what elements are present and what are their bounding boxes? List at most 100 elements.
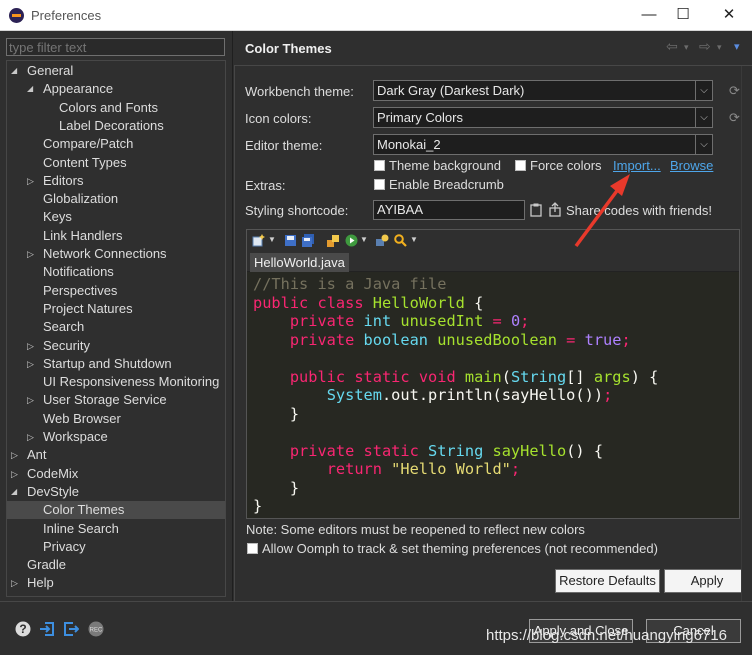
tree-item-user-storage-service[interactable]: ▷ User Storage Service [7,391,225,409]
minimize-button[interactable]: — [634,4,664,26]
filter-input[interactable] [6,38,225,56]
tree-item-ui-responsiveness-monitoring[interactable]: UI Responsiveness Monitoring [7,373,225,391]
tree-item-content-types[interactable]: Content Types [7,154,225,172]
collapsed-twistie-icon[interactable]: ▷ [27,428,37,446]
tree-item-ant[interactable]: ▷ Ant [7,446,225,464]
watermark-text: https://blog.csdn.net/huangying6716 [486,627,728,644]
chevron-down-icon[interactable]: ▼ [360,235,368,244]
collapsed-twistie-icon[interactable]: ▷ [11,446,21,464]
tree-item-label: Privacy [43,538,86,554]
help-icon[interactable]: ? [15,621,31,637]
chevron-down-icon[interactable]: ▼ [410,235,418,244]
tab-helloworld-java[interactable]: HelloWorld.java [250,253,349,272]
tree-item-link-handlers[interactable]: Link Handlers [7,227,225,245]
expanded-twistie-icon[interactable]: ◢ [27,80,37,98]
icon-colors-select[interactable]: Primary Colors ⌵ [373,107,713,128]
reopen-note: Note: Some editors must be reopened to r… [246,522,585,537]
new-file-icon[interactable] [252,234,265,247]
tree-item-colors-and-fonts[interactable]: Colors and Fonts [7,99,225,117]
tree-item-label: Globalization [43,191,119,207]
dialog-footer: ? REC Apply and Close Cancel https://blo… [0,601,752,655]
editor-theme-select[interactable]: Monokai_2 ⌵ [373,134,713,155]
tree-item-network-connections[interactable]: ▷ Network Connections [7,245,225,263]
share-icon[interactable] [548,202,562,217]
tree-item-privacy[interactable]: Privacy [7,538,225,556]
debug-icon[interactable] [376,234,389,247]
tree-item-label-decorations[interactable]: Label Decorations [7,117,225,135]
export-icon[interactable] [63,621,79,637]
window-title: Preferences [31,8,102,23]
extras-label: Extras: [245,178,286,193]
tree-item-workspace[interactable]: ▷ Workspace [7,428,225,446]
back-dropdown-icon[interactable]: ▾ [684,42,689,53]
tree-item-security[interactable]: ▷ Security [7,337,225,355]
tree-item-web-browser[interactable]: Web Browser [7,410,225,428]
enable-breadcrumb-label: Enable Breadcrumb [389,177,504,192]
restore-defaults-button[interactable]: Restore Defaults [555,569,660,593]
refresh-icon[interactable]: ⟳ [729,83,740,99]
tree-item-perspectives[interactable]: Perspectives [7,282,225,300]
chevron-down-icon: ⌵ [695,81,712,100]
tree-item-startup-and-shutdown[interactable]: ▷ Startup and Shutdown [7,355,225,373]
tree-item-general[interactable]: ◢ General [7,62,225,80]
tree-item-inline-search[interactable]: Inline Search [7,520,225,538]
tree-item-compare-patch[interactable]: Compare/Patch [7,135,225,153]
tree-item-label: Gradle [27,557,67,573]
tree-item-search[interactable]: Search [7,318,225,336]
collapsed-twistie-icon[interactable]: ▷ [11,465,21,483]
collapsed-twistie-icon[interactable]: ▷ [27,391,37,409]
browse-link[interactable]: Browse [670,158,713,173]
collapsed-twistie-icon[interactable]: ▷ [27,355,37,373]
chevron-down-icon[interactable]: ▼ [268,235,276,244]
search-icon[interactable] [394,234,407,247]
tree-item-project-natures[interactable]: Project Natures [7,300,225,318]
tree-item-keys[interactable]: Keys [7,208,225,226]
collapsed-twistie-icon[interactable]: ▷ [11,574,21,592]
apply-button[interactable]: Apply [664,569,750,593]
collapsed-twistie-icon[interactable]: ▷ [27,337,37,355]
view-menu-icon[interactable]: ▾ [734,40,740,53]
save-icon[interactable] [284,234,297,247]
back-icon[interactable]: ⇦ [666,38,678,55]
expanded-twistie-icon[interactable]: ◢ [11,483,21,501]
refresh-icon[interactable]: ⟳ [729,110,740,126]
maximize-button[interactable]: ☐ [668,4,698,26]
enable-breadcrumb-checkbox[interactable] [374,179,385,190]
tree-item-gradle[interactable]: Gradle [7,556,225,574]
tree-item-notifications[interactable]: Notifications [7,263,225,281]
tree-item-appearance[interactable]: ◢ Appearance [7,80,225,98]
collapsed-twistie-icon[interactable]: ▷ [27,245,37,263]
tree-item-codemix[interactable]: ▷ CodeMix [7,465,225,483]
run-icon[interactable] [345,234,358,247]
tree-item-editors[interactable]: ▷ Editors [7,172,225,190]
page-scrollbar[interactable] [741,66,752,601]
tree-item-label: Web Browser [43,410,121,426]
theme-background-checkbox[interactable] [374,160,385,171]
workbench-theme-select[interactable]: Dark Gray (Darkest Dark) ⌵ [373,80,713,101]
tree-item-label: Startup and Shutdown [43,355,172,371]
tree-item-label: Color Themes [43,502,125,518]
tree-item-help[interactable]: ▷ Help [7,574,225,592]
oomph-checkbox[interactable] [247,543,258,554]
forward-dropdown-icon[interactable]: ▾ [717,42,722,53]
tree-item-label: Help [27,575,54,591]
save-all-icon[interactable] [302,234,315,247]
tree-item-devstyle[interactable]: ◢ DevStyle [7,483,225,501]
build-icon[interactable] [327,234,340,247]
forward-icon[interactable]: ⇨ [699,38,711,55]
close-button[interactable]: ✕ [714,4,744,26]
force-colors-checkbox[interactable] [515,160,526,171]
oomph-record-icon[interactable]: REC [88,621,104,637]
tree-item-globalization[interactable]: Globalization [7,190,225,208]
styling-shortcode-label: Styling shortcode: [245,203,349,218]
import-icon[interactable] [39,621,55,637]
clipboard-icon[interactable] [530,203,542,217]
tree-item-label: Keys [43,209,72,225]
tree-item-label: UI Responsiveness Monitoring [43,374,220,390]
tree-scrollbar[interactable] [226,60,232,597]
tree-item-color-themes[interactable]: Color Themes [7,501,225,520]
tree-item-label: Editors [43,172,84,188]
collapsed-twistie-icon[interactable]: ▷ [27,172,37,190]
expanded-twistie-icon[interactable]: ◢ [11,62,21,80]
styling-shortcode-input[interactable]: AYIBAA [373,200,525,220]
